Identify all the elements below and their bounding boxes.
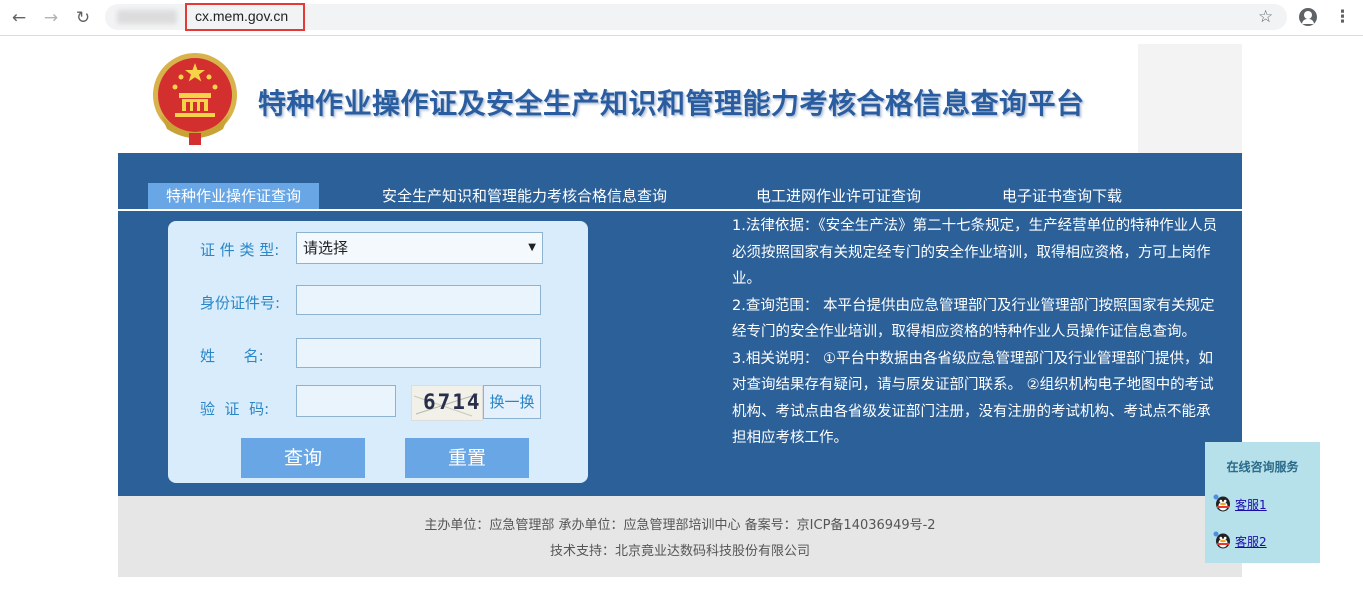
info-notes: 1.法律依据：《安全生产法》第二十七条规定，生产经营单位的特种作业人员必须按照国…: [732, 213, 1222, 452]
captcha-input[interactable]: [296, 385, 396, 417]
info-notes-detail: 3.相关说明： ①平台中数据由各省级应急管理部门及行业管理部门提供，如对查询结果…: [732, 350, 1214, 447]
browser-toolbar: ← → ↻ cx.mem.gov.cn ☆ ⋮: [0, 0, 1363, 36]
tab-special-operation-cert[interactable]: 特种作业操作证查询: [148, 183, 320, 209]
query-button[interactable]: 查询: [241, 438, 365, 478]
address-bar[interactable]: cx.mem.gov.cn: [105, 3, 1287, 31]
tab-bar: 特种作业操作证查询 安全生产知识和管理能力考核合格信息查询 电工进网作业许可证查…: [118, 183, 1242, 211]
tab-e-cert-download[interactable]: 电子证书查询下载: [1002, 183, 1122, 209]
consult-title: 在线咨询服务: [1226, 460, 1299, 474]
bookmark-star-icon[interactable]: ☆: [1258, 7, 1273, 27]
national-emblem-icon: [153, 53, 237, 145]
name-label: 姓 名:: [200, 347, 264, 365]
info-query-scope: 2.查询范围： 本平台提供由应急管理部门及行业管理部门按照国家有关规定经专门的安…: [732, 297, 1215, 341]
captcha-text: 6714: [423, 390, 482, 414]
back-icon[interactable]: ←: [8, 7, 30, 29]
reset-button[interactable]: 重置: [405, 438, 529, 478]
dropdown-arrow-icon: ▼: [528, 242, 536, 253]
captcha-label: 验 证 码:: [200, 400, 270, 418]
main-panel: 特种作业操作证查询 安全生产知识和管理能力考核合格信息查询 电工进网作业许可证查…: [118, 153, 1242, 496]
header-side-panel: [1138, 44, 1242, 154]
qq-penguin-icon: [1213, 531, 1230, 549]
tab-safety-knowledge-assessment[interactable]: 安全生产知识和管理能力考核合格信息查询: [382, 183, 667, 209]
footer-tech-support: 技术支持：北京竟业达数码科技股份有限公司: [549, 544, 810, 559]
browser-menu-icon[interactable]: ⋮: [1334, 7, 1351, 27]
site-header: 特种作业操作证及安全生产知识和管理能力考核合格信息查询平台: [118, 44, 1242, 154]
cert-type-label: 证 件 类 型:: [200, 241, 280, 259]
id-number-input[interactable]: [296, 285, 541, 315]
reload-icon[interactable]: ↻: [72, 7, 94, 29]
profile-avatar-icon[interactable]: [1299, 8, 1317, 26]
forward-icon[interactable]: →: [40, 7, 62, 29]
site-footer: 主办单位：应急管理部 承办单位：应急管理部培训中心 备案号：京ICP备14036…: [118, 496, 1242, 577]
site-info-icon[interactable]: [117, 10, 177, 24]
info-legal-basis: 1.法律依据：《安全生产法》第二十七条规定，生产经营单位的特种作业人员必须按照国…: [732, 218, 1218, 287]
site-title: 特种作业操作证及安全生产知识和管理能力考核合格信息查询平台: [258, 87, 1085, 120]
cert-type-value: 请选择: [303, 239, 349, 257]
id-number-label: 身份证件号:: [200, 294, 281, 312]
online-consult-box: 在线咨询服务 客服1 客服2: [1205, 442, 1320, 563]
query-form: 证 件 类 型: 请选择 ▼ 身份证件号: 姓 名: 验 证 码: 6714 换…: [168, 221, 588, 483]
url-highlight: cx.mem.gov.cn: [185, 3, 305, 31]
cert-type-select[interactable]: 请选择 ▼: [296, 232, 543, 264]
url-text[interactable]: cx.mem.gov.cn: [195, 8, 288, 24]
captcha-image[interactable]: 6714: [411, 385, 483, 421]
qq-penguin-icon: [1213, 494, 1230, 512]
footer-sponsor-line: 主办单位：应急管理部 承办单位：应急管理部培训中心 备案号：京ICP备14036…: [424, 518, 936, 533]
captcha-refresh-button[interactable]: 换一换: [483, 385, 541, 419]
customer-service-2-link[interactable]: 客服2: [1235, 533, 1267, 550]
name-input[interactable]: [296, 338, 541, 368]
customer-service-1-link[interactable]: 客服1: [1235, 496, 1267, 513]
tab-electrician-permit[interactable]: 电工进网作业许可证查询: [756, 183, 921, 209]
